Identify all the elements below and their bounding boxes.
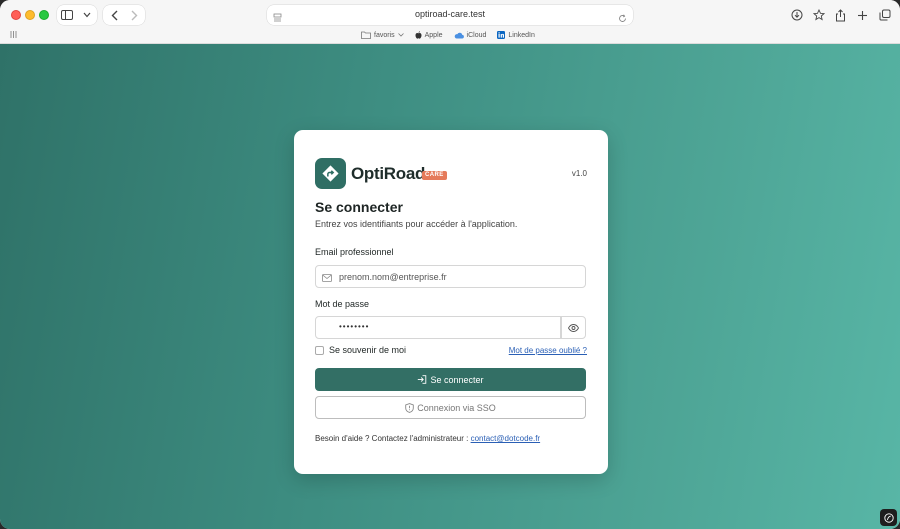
remember-me-label[interactable]: Se souvenir de moi xyxy=(329,345,406,355)
help-text: Besoin d'aide ? Contactez l'administrate… xyxy=(315,434,540,443)
extension-icon[interactable] xyxy=(880,509,897,526)
page-background: OptiRoad CARE v1.0 Se connecter Entrez v… xyxy=(0,44,900,529)
favorite-label: LinkedIn xyxy=(508,31,535,39)
navigation-group xyxy=(103,5,145,25)
back-arrow-icon[interactable] xyxy=(104,5,124,25)
eye-icon xyxy=(568,323,579,332)
care-badge: CARE xyxy=(422,171,447,180)
apple-icon xyxy=(415,31,422,39)
share-icon[interactable] xyxy=(831,5,850,25)
app-logo xyxy=(315,158,346,189)
forward-arrow-icon[interactable] xyxy=(124,5,144,25)
cloud-icon xyxy=(454,32,464,39)
email-placeholder: prenom.nom@entreprise.fr xyxy=(339,272,447,282)
sso-login-button[interactable]: Connexion via SSO xyxy=(315,396,586,419)
sso-button-label: Connexion via SSO xyxy=(417,402,496,413)
login-icon xyxy=(418,375,427,384)
shield-icon xyxy=(405,402,414,413)
help-message: Besoin d'aide ? Contactez l'administrate… xyxy=(315,434,471,443)
reload-icon[interactable] xyxy=(618,10,627,28)
browser-toolbar: optiroad-care.test favoris Apple iCloud … xyxy=(0,0,900,44)
folder-icon xyxy=(361,31,371,39)
download-icon[interactable] xyxy=(787,5,806,25)
contact-email-link[interactable]: contact@dotcode.fr xyxy=(471,434,541,443)
favorite-item-apple[interactable]: Apple xyxy=(415,31,443,39)
mail-icon xyxy=(322,274,332,284)
page-title: Se connecter xyxy=(315,199,403,215)
email-label: Email professionnel xyxy=(315,247,394,257)
favorite-item-favoris[interactable]: favoris xyxy=(361,31,404,39)
password-label: Mot de passe xyxy=(315,299,370,309)
favorites-bar: favoris Apple iCloud LinkedIn xyxy=(0,28,900,43)
browser-window: optiroad-care.test favoris Apple iCloud … xyxy=(0,0,900,529)
close-window-button[interactable] xyxy=(11,10,21,20)
bookmark-star-icon[interactable] xyxy=(809,5,828,25)
show-password-button[interactable] xyxy=(561,316,586,339)
favorite-item-linkedin[interactable]: LinkedIn xyxy=(497,31,535,39)
version-label: v1.0 xyxy=(571,169,587,178)
url-text: optiroad-care.test xyxy=(414,9,486,19)
chevron-down-icon[interactable] xyxy=(77,5,97,25)
grid-icon[interactable] xyxy=(10,31,17,40)
sidebar-toggle-group xyxy=(57,5,97,25)
favorite-item-icloud[interactable]: iCloud xyxy=(454,31,487,39)
page-subtitle: Entrez vos identifiants pour accéder à l… xyxy=(315,219,518,229)
favorite-label: iCloud xyxy=(466,31,487,39)
password-field[interactable]: •••••••• xyxy=(315,316,561,339)
fullscreen-window-button[interactable] xyxy=(39,10,49,20)
password-value: •••••••• xyxy=(339,322,370,331)
sidebar-icon[interactable] xyxy=(57,5,77,25)
minimize-window-button[interactable] xyxy=(25,10,35,20)
login-button[interactable]: Se connecter xyxy=(315,368,586,391)
login-button-label: Se connecter xyxy=(430,374,484,385)
favorite-label: favoris xyxy=(374,31,395,39)
favorite-label: Apple xyxy=(424,31,443,39)
login-card: OptiRoad CARE v1.0 Se connecter Entrez v… xyxy=(294,130,608,474)
tab-overview-icon[interactable] xyxy=(875,5,894,25)
email-field[interactable]: prenom.nom@entreprise.fr xyxy=(315,265,586,288)
address-bar[interactable]: optiroad-care.test xyxy=(267,5,633,25)
chevron-down-icon xyxy=(397,33,404,37)
route-arrow-icon xyxy=(322,165,339,182)
forgot-password-link[interactable]: Mot de passe oublié ? xyxy=(509,346,587,355)
linkedin-icon xyxy=(497,31,506,39)
toolbar-actions xyxy=(787,5,894,25)
remember-me-checkbox[interactable] xyxy=(315,346,324,355)
new-tab-plus-icon[interactable] xyxy=(853,5,872,25)
brand-name: OptiRoad xyxy=(351,164,426,183)
